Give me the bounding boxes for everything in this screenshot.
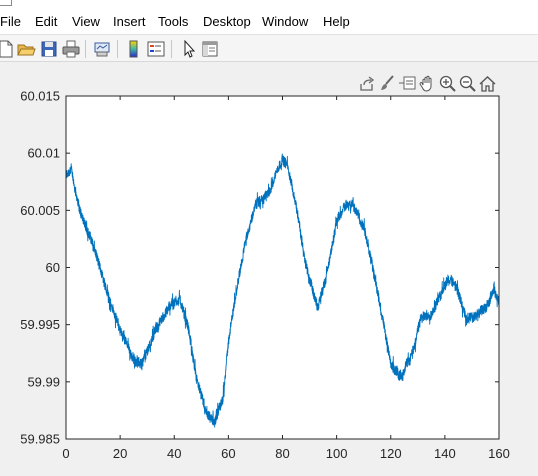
menu-tools[interactable]: Tools [158, 14, 188, 30]
menu-file[interactable]: File [0, 14, 21, 30]
line-chart[interactable]: 0 20 40 60 80 100 120 140 160 59.985 59.99 59.995 60… [0, 62, 538, 476]
x-tick-label: 0 [62, 446, 69, 461]
menu-insert[interactable]: Insert [113, 14, 146, 30]
link-plot-icon[interactable] [92, 39, 112, 59]
menu-edit[interactable]: Edit [35, 14, 57, 30]
x-tick-label: 140 [434, 446, 456, 461]
x-tick-label: 60 [221, 446, 235, 461]
toolbar-separator [85, 40, 86, 58]
x-tick-label: 40 [167, 446, 181, 461]
axes-background [66, 96, 499, 439]
toolbar-separator [171, 40, 172, 58]
x-tick-label: 120 [380, 446, 402, 461]
y-tick-label: 60.01 [27, 146, 60, 161]
property-inspector-icon[interactable] [200, 39, 220, 59]
toolbar-separator [117, 40, 118, 58]
x-tick-label: 80 [275, 446, 289, 461]
open-folder-icon[interactable] [16, 39, 36, 59]
y-tick-label: 60.015 [20, 89, 60, 104]
new-file-icon[interactable] [0, 39, 16, 59]
y-tick-label: 59.985 [20, 432, 60, 447]
menu-view[interactable]: View [72, 14, 100, 30]
menu-window[interactable]: Window [262, 14, 308, 30]
print-icon[interactable] [61, 39, 81, 59]
x-tick-label: 100 [326, 446, 348, 461]
figure-window: File Edit View Insert Tools Desktop Wind… [0, 0, 538, 476]
y-tick-label: 59.995 [20, 317, 60, 332]
y-tick-label: 59.99 [27, 374, 60, 389]
save-icon[interactable] [39, 39, 59, 59]
figure-toolbar [0, 34, 538, 62]
x-tick-label: 160 [488, 446, 510, 461]
menu-bar: File Edit View Insert Tools Desktop Wind… [0, 10, 538, 34]
insert-colorbar-icon[interactable] [124, 39, 144, 59]
figure-window-icon [0, 0, 12, 6]
menu-help[interactable]: Help [323, 14, 350, 30]
y-tick-label: 60 [46, 260, 60, 275]
x-tick-label: 20 [113, 446, 127, 461]
plot-area: 0 20 40 60 80 100 120 140 160 59.985 59.99 59.995 60… [0, 62, 538, 476]
y-tick-label: 60.005 [20, 203, 60, 218]
insert-legend-icon[interactable] [146, 39, 166, 59]
edit-plot-icon[interactable] [179, 39, 199, 59]
title-bar [0, 0, 538, 10]
menu-desktop[interactable]: Desktop [203, 14, 251, 30]
